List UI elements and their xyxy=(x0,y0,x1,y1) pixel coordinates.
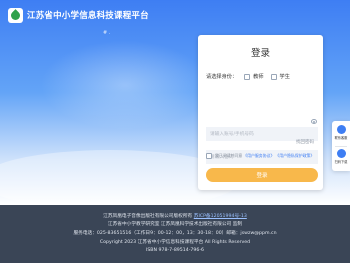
agreement-checkbox[interactable] xyxy=(206,153,212,159)
role-teacher-option[interactable]: 教师 xyxy=(244,73,264,80)
agreement-prefix: 我已阅读并同意 xyxy=(215,153,243,158)
login-card: 登录 请选择身份： 教师 学生 xyxy=(198,35,323,190)
headset-icon xyxy=(336,125,346,134)
role-teacher-checkbox[interactable] xyxy=(244,73,251,80)
agreement-row: 我已阅读并同意 《用户服务协议》 《用户隐私保护政策》 xyxy=(206,153,314,159)
site-logo[interactable] xyxy=(8,8,23,23)
download-qr-label: 扫码下载 xyxy=(334,160,348,164)
footer-publisher: 江苏凤凰电子音像出版社有限公司版权所有 xyxy=(103,214,193,219)
role-student-option[interactable]: 学生 xyxy=(270,73,290,80)
hero-decoration: # . xyxy=(103,30,111,36)
side-float-panel: 联系客服 扫码下载 xyxy=(332,121,350,171)
footer-copyright-line: 江苏凤凰电子音像出版社有限公司版权所有 苏ICP备12051994号-13 xyxy=(0,213,350,219)
download-qr-button[interactable]: 扫码下载 xyxy=(332,149,350,164)
eye-icon[interactable] xyxy=(311,119,317,124)
footer-rights: Copyright 2023 江苏省中小学信息科技课程平台 All Rights… xyxy=(99,240,251,245)
qrcode-icon xyxy=(336,149,346,158)
user-agreement-link[interactable]: 《用户服务协议》 xyxy=(243,153,274,159)
identity-label: 请选择身份： xyxy=(206,74,238,80)
footer-isbn: ISBN 978-7-89514-796-6 xyxy=(145,248,205,253)
customer-service-button[interactable]: 联系客服 xyxy=(332,125,350,140)
role-teacher-label: 教师 xyxy=(253,74,264,80)
leaf-logo-icon xyxy=(9,9,22,22)
login-title: 登录 xyxy=(250,48,270,59)
forgot-password-link[interactable]: 找回密码 xyxy=(296,139,314,145)
role-student-checkbox[interactable] xyxy=(270,73,277,80)
login-button[interactable]: 登录 xyxy=(206,168,318,182)
privacy-policy-link[interactable]: 《用户隐私保护政策》 xyxy=(275,153,314,159)
footer: 江苏凤凰电子音像出版社有限公司版权所有 苏ICP备12051994号-13 江苏… xyxy=(0,205,350,263)
footer-contact: 服务电话：025-83651516（工作日9：00-12：00，13：30-18… xyxy=(73,231,277,236)
identity-selector: 请选择身份： 教师 学生 xyxy=(206,73,290,80)
hero-glow xyxy=(40,40,210,130)
footer-supervision: 江苏省中小学教学研究室 江苏凤凰科学技术出版社有限公司 监制 xyxy=(107,222,243,227)
role-student-label: 学生 xyxy=(279,74,290,80)
side-divider xyxy=(335,146,347,147)
footer-icp-link[interactable]: 苏ICP备12051994号-13 xyxy=(194,214,247,219)
site-title: 江苏省中小学信息科技课程平台 xyxy=(27,11,149,21)
customer-service-label: 联系客服 xyxy=(334,136,348,140)
